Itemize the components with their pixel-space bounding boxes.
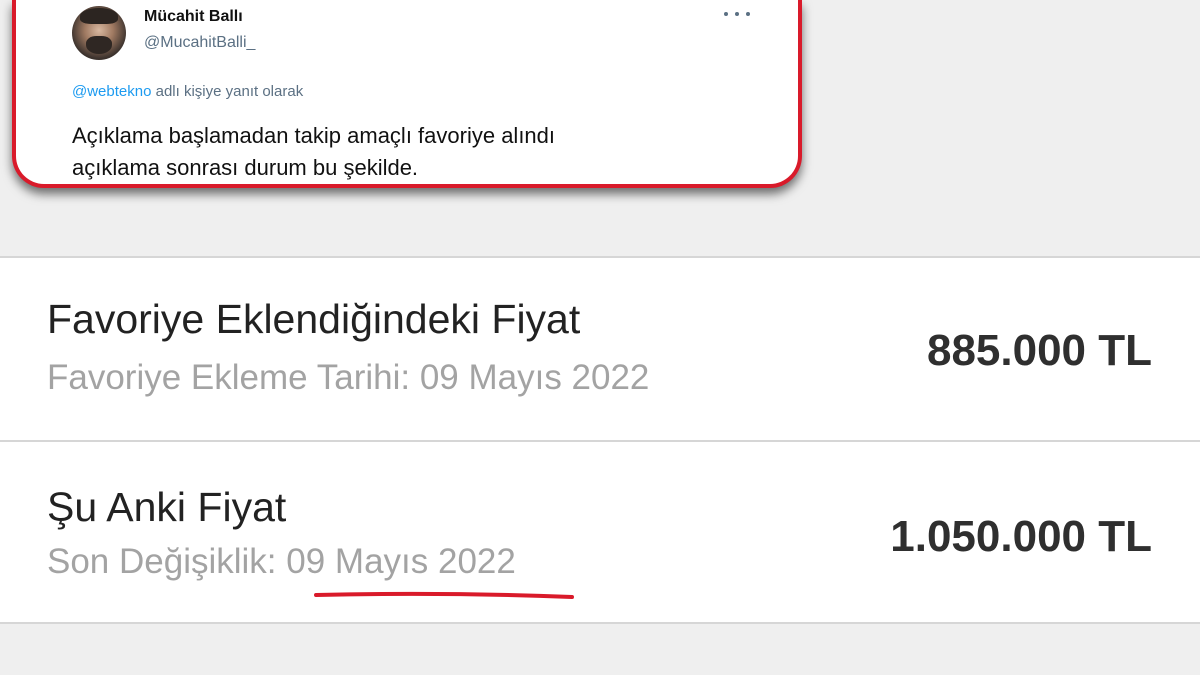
avatar[interactable]	[72, 6, 126, 60]
price-row-subtitle: Favoriye Ekleme Tarihi: 09 Mayıs 2022	[47, 358, 650, 397]
avatar-beard	[86, 36, 112, 54]
price-row-title: Favoriye Eklendiğindeki Fiyat	[47, 296, 581, 342]
reply-context: @webtekno adlı kişiye yanıt olarak	[72, 83, 303, 100]
tweet-text: Açıklama başlamadan takip amaçlı favoriy…	[72, 120, 772, 184]
avatar-hair	[80, 8, 118, 24]
tweet-card: Mücahit Ballı @MucahitBalli_ @webtekno a…	[12, 0, 802, 188]
last-change-date: 09 Mayıs 2022	[286, 542, 516, 581]
more-dot	[735, 12, 739, 16]
author-name[interactable]: Mücahit Ballı	[144, 8, 243, 26]
red-underline-annotation	[314, 591, 574, 599]
reply-context-text: adlı kişiye yanıt olarak	[151, 83, 304, 100]
price-row-subtitle: Son Değişiklik: 09 Mayıs 2022	[47, 542, 516, 582]
last-change-label: Son Değişiklik:	[47, 542, 287, 581]
price-row-favorite: Favoriye Eklendiğindeki Fiyat Favoriye E…	[0, 256, 1200, 440]
more-dot	[746, 12, 750, 16]
price-value: 1.050.000 TL	[890, 512, 1152, 561]
price-row-current: Şu Anki Fiyat Son Değişiklik: 09 Mayıs 2…	[0, 440, 1200, 624]
reply-mention-link[interactable]: @webtekno	[72, 83, 151, 100]
author-handle[interactable]: @MucahitBalli_	[144, 34, 255, 52]
price-value: 885.000 TL	[926, 326, 1152, 375]
tweet-text-line: Açıklama başlamadan takip amaçlı favoriy…	[72, 123, 556, 148]
more-horizontal-icon[interactable]	[724, 6, 750, 22]
price-row-title: Şu Anki Fiyat	[47, 484, 287, 530]
more-dot	[724, 12, 728, 16]
tweet-text-line: açıklama sonrası durum bu şekilde.	[72, 155, 419, 180]
